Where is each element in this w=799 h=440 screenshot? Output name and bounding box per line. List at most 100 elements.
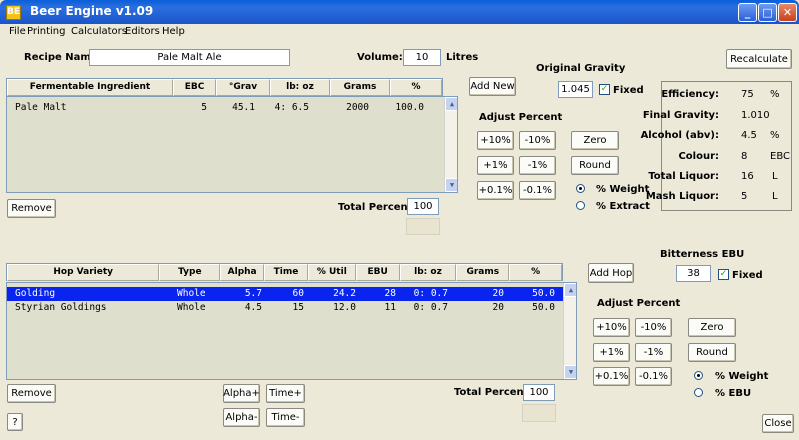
cell-hop-util: 24.2 (333, 288, 356, 299)
help-button[interactable]: ? (7, 413, 23, 431)
hops-minus1-button[interactable]: -1% (635, 343, 672, 362)
col-lboz[interactable]: lb: oz (270, 79, 330, 96)
hops-plus01-button[interactable]: +0.1% (593, 367, 630, 386)
menu-file[interactable]: File (9, 26, 26, 37)
ferm-spacer (406, 218, 440, 235)
ferm-extract-radio[interactable] (576, 201, 585, 210)
alpha-plus-button[interactable]: Alpha+ (223, 384, 260, 403)
col-hop-ebu[interactable]: EBU (355, 264, 400, 281)
col-hop-variety[interactable]: Hop Variety (7, 264, 160, 281)
cell-hop-util: 12.0 (333, 302, 356, 313)
hops-minus01-button[interactable]: -0.1% (635, 367, 672, 386)
hops-weight-radio[interactable] (694, 371, 703, 380)
stat-final-gravity-label: Final Gravity: (642, 110, 719, 121)
bitterness-fixed-label: Fixed (732, 270, 763, 281)
menu-printing[interactable]: Printing (27, 26, 65, 37)
col-hop-time[interactable]: Time (264, 264, 308, 281)
menu-editors[interactable]: Editors (125, 26, 160, 37)
time-minus-button[interactable]: Time- (266, 408, 305, 427)
hops-adjust-label: Adjust Percent (597, 298, 681, 309)
col-hop-grams[interactable]: Grams (456, 264, 510, 281)
scroll-down-icon[interactable]: ▼ (445, 178, 457, 192)
menu-bar: File Printing Calculators Editors Help (0, 24, 799, 40)
col-hop-percent[interactable]: % (509, 264, 562, 281)
volume-label: Volume: (357, 52, 403, 63)
scroll-down-icon[interactable]: ▼ (564, 365, 576, 379)
col-fermentable[interactable]: Fermentable Ingredient (7, 79, 173, 96)
ferm-minus01-button[interactable]: -0.1% (519, 181, 556, 200)
bitterness-input[interactable]: 38 (676, 265, 711, 282)
table-row[interactable]: Pale Malt 5 45.1 4: 6.5 2000 100.0 (7, 97, 457, 115)
menu-calculators[interactable]: Calculators (71, 26, 127, 37)
remove-fermentable-button[interactable]: Remove (7, 199, 56, 218)
cell-hop-alpha: 4.5 (244, 302, 262, 313)
ferm-extract-label: % Extract (596, 201, 650, 212)
volume-unit: Litres (446, 52, 479, 63)
ferm-plus10-button[interactable]: +10% (477, 131, 514, 150)
close-window-button[interactable]: ✕ (778, 3, 797, 22)
stat-efficiency-label: Efficiency: (661, 89, 719, 100)
ferm-weight-radio[interactable] (576, 184, 585, 193)
hops-plus1-button[interactable]: +1% (593, 343, 630, 362)
scroll-up-icon[interactable]: ▲ (445, 97, 457, 111)
window-title: Beer Engine v1.09 (30, 4, 154, 18)
stat-efficiency-value: 75 (741, 89, 754, 100)
time-plus-button[interactable]: Time+ (266, 384, 305, 403)
cell-hop-percent: 50.0 (532, 288, 555, 299)
hops-round-button[interactable]: Round (688, 343, 736, 362)
cell-hop-name: Styrian Goldings (15, 302, 107, 313)
col-hop-alpha[interactable]: Alpha (220, 264, 265, 281)
recipe-name-input[interactable]: Pale Malt Ale (89, 49, 290, 66)
volume-input[interactable]: 10 (403, 49, 441, 66)
ferm-total-input[interactable]: 100 (407, 198, 439, 215)
fermentable-list[interactable]: Pale Malt 5 45.1 4: 6.5 2000 100.0 ▲ ▼ (6, 96, 458, 193)
hops-plus10-button[interactable]: +10% (593, 318, 630, 337)
hops-zero-button[interactable]: Zero (688, 318, 736, 337)
hops-ebu-radio[interactable] (694, 388, 703, 397)
table-row[interactable]: Styrian Goldings Whole 4.5 15 12.0 11 0:… (7, 301, 563, 315)
col-ebc[interactable]: EBC (173, 79, 216, 96)
add-hop-button[interactable]: Add Hop (588, 263, 634, 283)
hops-minus10-button[interactable]: -10% (635, 318, 672, 337)
remove-hop-button[interactable]: Remove (7, 384, 56, 403)
hops-scrollbar[interactable]: ▲ ▼ (563, 283, 576, 379)
og-input[interactable]: 1.045 (558, 81, 593, 98)
ferm-zero-button[interactable]: Zero (571, 131, 619, 150)
cell-percent: 100.0 (395, 102, 424, 113)
hops-total-label: Total Percent: (454, 387, 533, 398)
col-hop-lboz[interactable]: lb: oz (399, 264, 457, 281)
menu-help[interactable]: Help (162, 26, 185, 37)
col-grav[interactable]: °Grav (216, 79, 270, 96)
cell-hop-ebu: 11 (384, 302, 396, 313)
ferm-minus10-button[interactable]: -10% (519, 131, 556, 150)
col-hop-util[interactable]: % Util (307, 264, 356, 281)
og-fixed-checkbox[interactable]: ✓ (599, 84, 610, 95)
cell-hop-grams: 20 (492, 288, 504, 299)
minimize-button[interactable]: _ (738, 3, 757, 22)
bitterness-fixed-checkbox[interactable]: ✓ (718, 269, 729, 280)
ferm-round-button[interactable]: Round (571, 156, 619, 175)
col-hop-type[interactable]: Type (159, 264, 221, 281)
hops-ebu-label: % EBU (715, 388, 752, 399)
hops-list[interactable]: Golding Whole 5.7 60 24.2 28 0: 0.7 20 5… (6, 282, 577, 380)
ferm-plus1-button[interactable]: +1% (477, 156, 514, 175)
title-bar[interactable]: BE Beer Engine v1.09 _ □ ✕ (0, 0, 799, 24)
cell-hop-name: Golding (15, 288, 56, 299)
recalculate-button[interactable]: Recalculate (726, 49, 792, 69)
add-new-button[interactable]: Add New (469, 77, 516, 96)
table-row[interactable]: Golding Whole 5.7 60 24.2 28 0: 0.7 20 5… (7, 287, 563, 301)
ferm-plus01-button[interactable]: +0.1% (477, 181, 514, 200)
cell-hop-time: 60 (292, 288, 304, 299)
ferm-minus1-button[interactable]: -1% (519, 156, 556, 175)
cell-grams: 2000 (346, 102, 369, 113)
stat-abv-unit: % (770, 130, 780, 141)
scroll-up-icon[interactable]: ▲ (564, 283, 576, 297)
col-percent[interactable]: % (390, 79, 442, 96)
col-grams[interactable]: Grams (330, 79, 390, 96)
fermentable-scrollbar[interactable]: ▲ ▼ (444, 97, 457, 192)
og-label: Original Gravity (536, 63, 626, 74)
alpha-minus-button[interactable]: Alpha- (223, 408, 260, 427)
maximize-button[interactable]: □ (758, 3, 777, 22)
hops-total-input[interactable]: 100 (523, 384, 555, 401)
close-button[interactable]: Close (762, 414, 794, 433)
